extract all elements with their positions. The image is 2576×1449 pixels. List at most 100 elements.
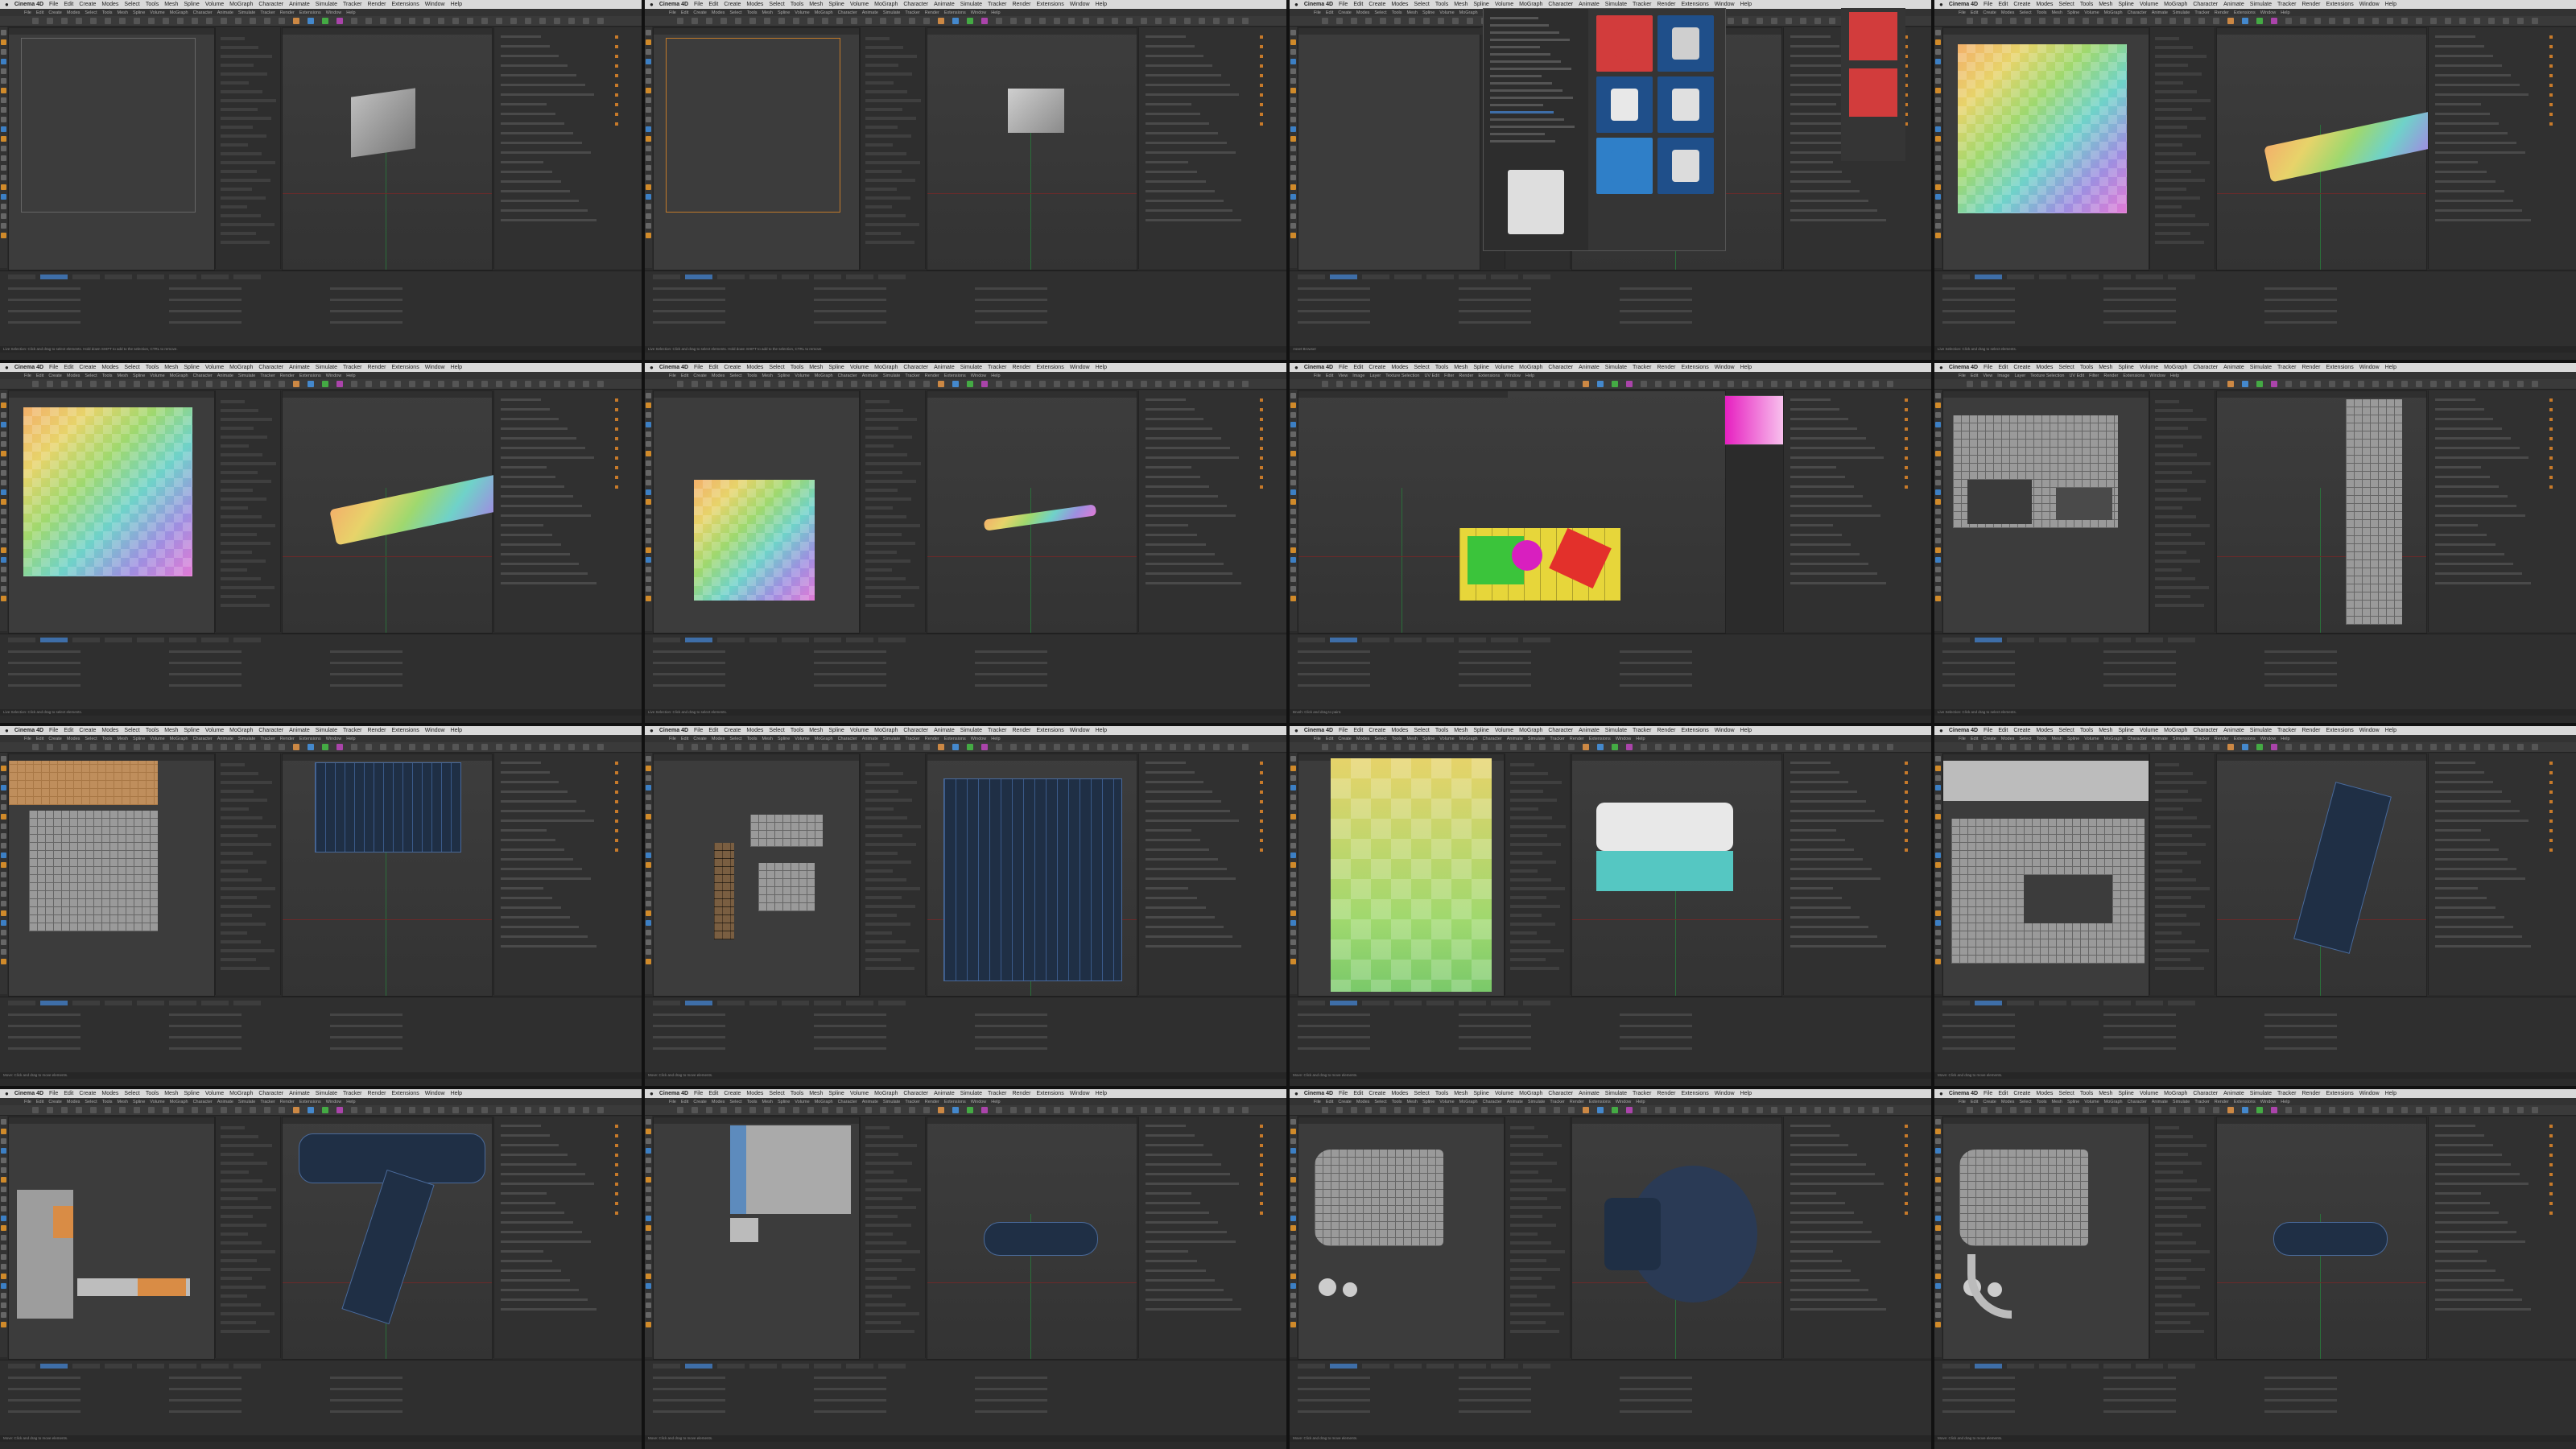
c4d-menu-item[interactable]: Spline — [1422, 1100, 1435, 1104]
toolbar-button-icon[interactable] — [1583, 744, 1589, 750]
menubar-item[interactable]: Mesh — [1454, 365, 1468, 370]
tool-icon[interactable] — [646, 1322, 651, 1327]
bottom-field[interactable] — [814, 1047, 886, 1050]
toolbar-button-icon[interactable] — [865, 18, 872, 24]
tool-icon[interactable] — [1935, 557, 1941, 563]
bottom-field[interactable] — [330, 662, 402, 664]
bottom-field[interactable] — [2103, 1377, 2176, 1379]
c4d-menu-item[interactable]: Create — [48, 737, 62, 741]
toolbar-button-icon[interactable] — [2097, 744, 2103, 750]
menubar-item[interactable]: Character — [1548, 1091, 1573, 1096]
toolbar-button-icon[interactable] — [952, 18, 959, 24]
c4d-menu-item[interactable]: Simulate — [883, 737, 900, 741]
toolbar-button-icon[interactable] — [1242, 381, 1249, 387]
toolbar-button-icon[interactable] — [2256, 1107, 2263, 1113]
object-tag-icon[interactable] — [2549, 1154, 2553, 1157]
tool-list-row[interactable] — [221, 1179, 262, 1183]
bottom-tab[interactable] — [878, 1001, 906, 1005]
tool-list-row[interactable] — [221, 108, 258, 111]
object-row[interactable] — [1146, 122, 1209, 125]
tool-icon[interactable] — [1290, 97, 1296, 103]
menubar-item[interactable]: Modes — [2036, 365, 2053, 370]
tool-list-row[interactable] — [2155, 1294, 2182, 1298]
c4d-menu-item[interactable]: Mesh — [2052, 737, 2062, 741]
toolbar-button-icon[interactable] — [807, 744, 814, 750]
object-row[interactable] — [1146, 1173, 1230, 1175]
object-tag-icon[interactable] — [615, 456, 618, 460]
object-row[interactable] — [501, 945, 597, 947]
toolbar-button-icon[interactable] — [2198, 744, 2205, 750]
bottom-field[interactable] — [169, 321, 242, 324]
c4d-menu-item[interactable]: Help — [1636, 737, 1645, 741]
c4d-menu-item[interactable]: Tracker — [2194, 1100, 2209, 1104]
toolbar-button-icon[interactable] — [76, 381, 82, 387]
menubar-item[interactable]: Help — [451, 2, 462, 7]
menubar-item[interactable]: File — [1339, 728, 1348, 733]
tool-icon[interactable] — [1935, 1264, 1941, 1269]
tool-list-row[interactable] — [221, 223, 275, 226]
toolbar-button-icon[interactable] — [264, 744, 270, 750]
menubar-item[interactable]: Create — [1368, 1091, 1385, 1096]
toolbar-button-icon[interactable] — [250, 1107, 256, 1113]
app-name[interactable]: Cinema 4D — [14, 728, 43, 733]
toolbar-button-icon[interactable] — [2343, 18, 2350, 24]
tool-icon[interactable] — [646, 412, 651, 418]
bottom-field[interactable] — [2264, 673, 2337, 675]
object-manager[interactable] — [2428, 753, 2576, 995]
c4d-menu-item[interactable]: Extensions — [1589, 1100, 1611, 1104]
bottom-tab[interactable] — [1459, 1001, 1486, 1005]
tool-list-row[interactable] — [221, 418, 272, 421]
tool-list-row[interactable] — [1510, 1144, 1562, 1147]
tool-icon[interactable] — [1290, 146, 1296, 151]
toolbar-button-icon[interactable] — [996, 744, 1002, 750]
menubar-item[interactable]: Spline — [828, 2, 844, 7]
c4d-menu-item[interactable]: Create — [693, 737, 707, 741]
tool-list-row[interactable] — [1510, 914, 1542, 917]
tool-icon[interactable] — [1, 30, 6, 35]
object-row[interactable] — [1790, 45, 1839, 47]
tool-icon[interactable] — [1290, 1235, 1296, 1241]
bottom-tab[interactable] — [1523, 1001, 1550, 1005]
c4d-menu-item[interactable]: MoGraph — [2104, 1100, 2123, 1104]
menubar-item[interactable]: Edit — [708, 728, 718, 733]
toolbar-button-icon[interactable] — [322, 744, 328, 750]
menubar-item[interactable]: Animate — [289, 2, 310, 7]
toolbar-button-icon[interactable] — [749, 744, 756, 750]
toolbar-button-icon[interactable] — [1771, 18, 1777, 24]
toolbar-button-icon[interactable] — [1409, 18, 1415, 24]
bottom-tab[interactable] — [233, 638, 261, 642]
c4d-menu-item[interactable]: Render — [2215, 1100, 2229, 1104]
object-row[interactable] — [501, 810, 585, 812]
menubar-item[interactable]: MoGraph — [1519, 365, 1542, 370]
toolbar-button-icon[interactable] — [1010, 18, 1017, 24]
toolbar-button-icon[interactable] — [2025, 18, 2031, 24]
toolbar-button-icon[interactable] — [2488, 381, 2495, 387]
toolbar-button-icon[interactable] — [938, 18, 944, 24]
menubar-item[interactable]: Spline — [2118, 365, 2133, 370]
toolbar-button-icon[interactable] — [583, 18, 589, 24]
tool-icon[interactable] — [1290, 204, 1296, 209]
toolbar-button-icon[interactable] — [192, 1107, 198, 1113]
tool-list-row[interactable] — [221, 533, 257, 536]
object-row[interactable] — [2435, 781, 2493, 783]
object-row[interactable] — [1790, 398, 1831, 401]
c4d-menu-item[interactable]: Tracker — [905, 374, 919, 378]
c4d-menu-item[interactable]: Animate — [217, 10, 233, 15]
tool-icon[interactable] — [1, 175, 6, 180]
toolbar-button-icon[interactable] — [2169, 381, 2176, 387]
tool-icon[interactable] — [1, 843, 6, 848]
toolbar-button-icon[interactable] — [583, 381, 589, 387]
object-row[interactable] — [2435, 1212, 2499, 1214]
toolbar-button-icon[interactable] — [923, 18, 930, 24]
menubar-item[interactable]: Create — [724, 1091, 741, 1096]
tool-icon[interactable] — [1290, 30, 1296, 35]
menubar-item[interactable]: Select — [1414, 728, 1429, 733]
toolbar-button-icon[interactable] — [308, 1107, 314, 1113]
tool-list-row[interactable] — [1510, 1250, 1565, 1253]
bottom-field[interactable] — [1620, 321, 1692, 324]
menubar-item[interactable]: Simulate — [960, 1091, 982, 1096]
toolbar-button-icon[interactable] — [452, 744, 459, 750]
bottom-field[interactable] — [8, 299, 80, 301]
bottom-field[interactable] — [653, 299, 725, 301]
object-row[interactable] — [2435, 926, 2513, 928]
